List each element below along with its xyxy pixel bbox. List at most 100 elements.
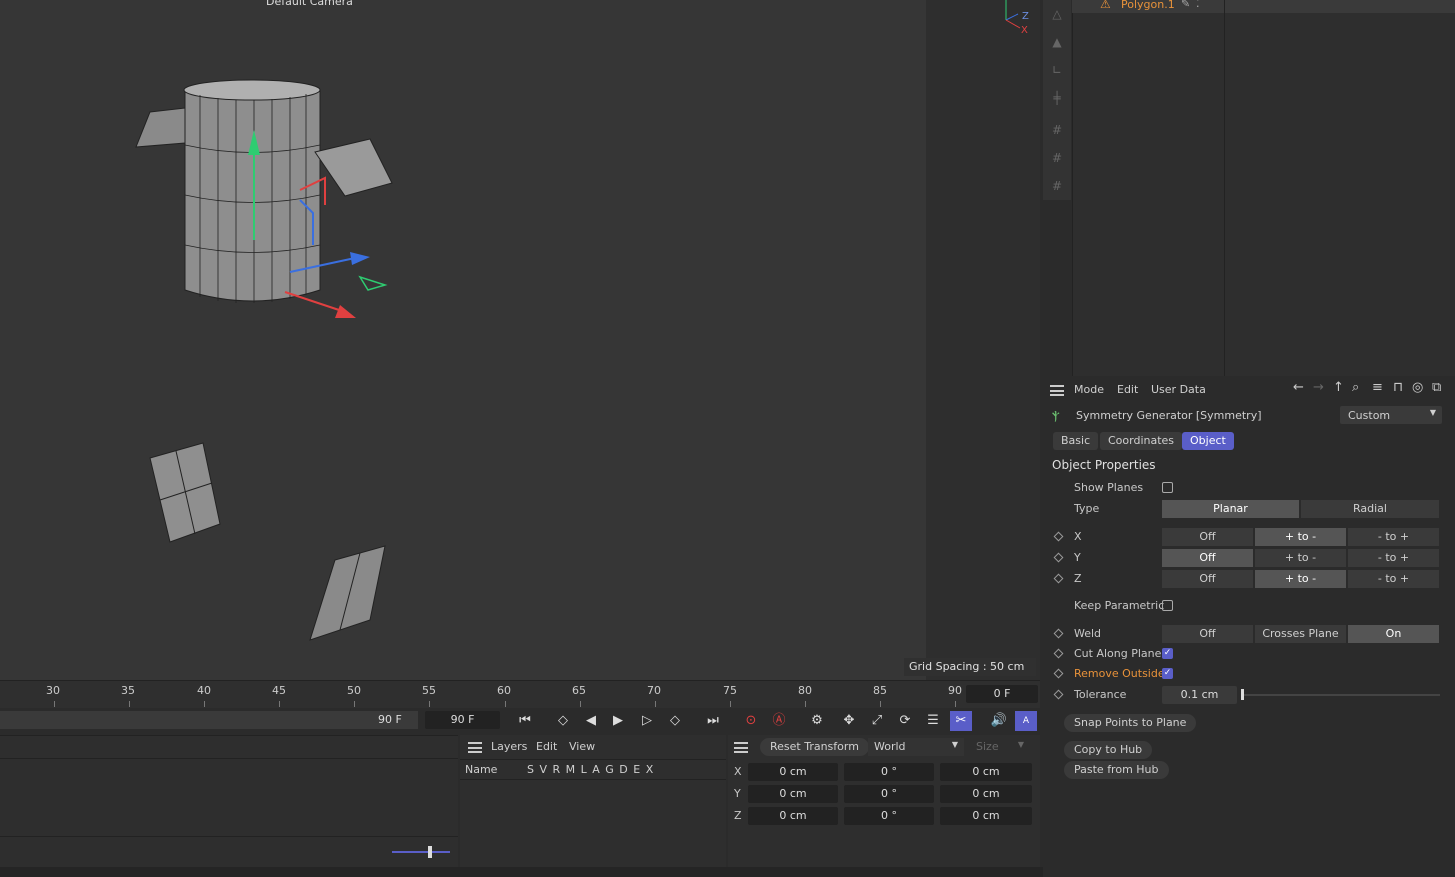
keyframe-diamond-icon[interactable]: [1053, 628, 1064, 639]
menu-icon[interactable]: [734, 742, 748, 753]
record-icon[interactable]: ⊙: [740, 711, 762, 731]
triangle-icon[interactable]: ▲: [1049, 34, 1065, 50]
menu-icon[interactable]: [1050, 385, 1064, 396]
name-column-header[interactable]: Name: [465, 763, 497, 776]
tolerance-slider-track[interactable]: [1243, 694, 1440, 696]
back-arrow-icon[interactable]: ←: [1293, 380, 1304, 395]
timeline-ruler[interactable]: 30 35 40 45 50 55 60 65 70 75 80 85 90 0…: [0, 680, 1040, 708]
tolerance-input[interactable]: 0.1 cm: [1162, 686, 1237, 704]
keyframe-settings-icon[interactable]: ⚙: [806, 711, 828, 731]
keyframe-diamond-icon[interactable]: [1053, 648, 1064, 659]
up-arrow-icon[interactable]: ↑: [1333, 380, 1344, 395]
tab-coordinates[interactable]: Coordinates: [1100, 432, 1183, 450]
zoom-slider-handle[interactable]: [428, 846, 432, 858]
edit-tag-icon[interactable]: ✎: [1181, 0, 1190, 10]
x-minus-to-plus[interactable]: - to +: [1348, 528, 1440, 546]
space-dropdown[interactable]: World ▼: [868, 738, 964, 756]
axis-icon[interactable]: ∟: [1049, 62, 1065, 78]
menu-layers[interactable]: Layers: [491, 740, 527, 753]
next-key-icon[interactable]: ◇: [664, 711, 686, 731]
end-frame-field[interactable]: 90 F: [425, 711, 500, 729]
size-y-field[interactable]: 0 cm: [940, 785, 1032, 803]
tab-object[interactable]: Object: [1182, 432, 1234, 450]
3d-viewport[interactable]: Default Camera: [0, 0, 926, 680]
snap-points-button[interactable]: Snap Points to Plane: [1064, 714, 1197, 732]
align-icon[interactable]: ╪: [1049, 90, 1065, 106]
remove-outside-checkbox[interactable]: ✓: [1162, 668, 1173, 679]
weld-crosses-plane[interactable]: Crosses Plane: [1255, 625, 1347, 643]
scale-key-icon[interactable]: ⤢: [866, 711, 888, 731]
go-to-start-icon[interactable]: ⏮: [514, 711, 536, 731]
z-plus-to-minus[interactable]: + to -: [1255, 570, 1347, 588]
menu-user-data[interactable]: User Data: [1151, 383, 1206, 396]
menu-view[interactable]: View: [569, 740, 595, 753]
move-key-icon[interactable]: ✥: [838, 711, 860, 731]
type-radial[interactable]: Radial: [1301, 500, 1440, 518]
keyframe-diamond-icon[interactable]: [1053, 573, 1064, 584]
filter-icon[interactable]: ≡: [1372, 380, 1383, 395]
rotate-key-icon[interactable]: ⟳: [894, 711, 916, 731]
rot-x-field[interactable]: 0 °: [844, 763, 934, 781]
z-minus-to-plus[interactable]: - to +: [1348, 570, 1440, 588]
object-name-polygon[interactable]: Polygon.1: [1121, 0, 1175, 11]
search-icon[interactable]: ⌕: [1352, 380, 1359, 395]
type-planar[interactable]: Planar: [1162, 500, 1300, 518]
pos-y-field[interactable]: 0 cm: [748, 785, 838, 803]
menu-icon[interactable]: [468, 742, 482, 753]
zoom-slider-track[interactable]: [392, 851, 450, 853]
tab-basic[interactable]: Basic: [1053, 432, 1099, 450]
size-x-field[interactable]: 0 cm: [940, 763, 1032, 781]
frame-range-bar[interactable]: [0, 711, 418, 729]
autokey-icon[interactable]: Ⓐ: [768, 711, 790, 731]
camera-label[interactable]: Default Camera: [266, 0, 353, 8]
copy-to-hub-button[interactable]: Copy to Hub: [1064, 741, 1153, 759]
snap-icon[interactable]: △: [1049, 6, 1065, 22]
grid-snap-icon[interactable]: #: [1049, 122, 1065, 138]
target-icon[interactable]: ◎: [1412, 380, 1423, 395]
current-frame-field[interactable]: 0 F: [966, 685, 1038, 703]
object-manager[interactable]: [1072, 0, 1455, 376]
audio-wave-icon[interactable]: A: [1015, 711, 1037, 731]
lock-icon[interactable]: ⊓: [1393, 380, 1403, 395]
pos-z-field[interactable]: 0 cm: [748, 807, 838, 825]
x-off[interactable]: Off: [1162, 528, 1254, 546]
size-z-field[interactable]: 0 cm: [940, 807, 1032, 825]
weld-off[interactable]: Off: [1162, 625, 1254, 643]
size-dropdown[interactable]: Size ▼: [970, 738, 1030, 756]
reset-transform-button[interactable]: Reset Transform: [760, 738, 869, 756]
visibility-dots-icon[interactable]: ⁚: [1196, 0, 1200, 10]
show-planes-checkbox[interactable]: [1162, 482, 1173, 493]
x-plus-to-minus[interactable]: + to -: [1255, 528, 1347, 546]
keyframe-diamond-icon[interactable]: [1053, 689, 1064, 700]
forward-arrow-icon[interactable]: →: [1313, 380, 1324, 395]
menu-edit[interactable]: Edit: [536, 740, 557, 753]
prev-key-icon[interactable]: ◇: [552, 711, 574, 731]
weld-on[interactable]: On: [1348, 625, 1440, 643]
pla-key-icon[interactable]: ✂: [950, 711, 972, 731]
y-plus-to-minus[interactable]: + to -: [1255, 549, 1347, 567]
new-window-icon[interactable]: ⧉: [1432, 380, 1441, 395]
sound-icon[interactable]: 🔊: [988, 711, 1010, 731]
workplane-icon[interactable]: #: [1049, 178, 1065, 194]
grid-icon[interactable]: #: [1049, 150, 1065, 166]
keyframe-diamond-icon[interactable]: [1053, 552, 1064, 563]
keyframe-diamond-icon[interactable]: [1053, 531, 1064, 542]
rot-y-field[interactable]: 0 °: [844, 785, 934, 803]
menu-mode[interactable]: Mode: [1074, 383, 1104, 396]
paste-from-hub-button[interactable]: Paste from Hub: [1064, 761, 1169, 779]
rot-z-field[interactable]: 0 °: [844, 807, 934, 825]
tolerance-slider-handle[interactable]: [1241, 689, 1244, 700]
play-icon[interactable]: ▶: [607, 711, 629, 731]
y-off[interactable]: Off: [1162, 549, 1254, 567]
param-key-icon[interactable]: ☰: [922, 711, 944, 731]
keep-parametric-checkbox[interactable]: [1162, 600, 1173, 611]
prev-frame-icon[interactable]: ◀: [580, 711, 602, 731]
go-to-end-icon[interactable]: ⏭: [702, 711, 724, 731]
keyframe-diamond-icon[interactable]: [1053, 668, 1064, 679]
cut-along-plane-checkbox[interactable]: ✓: [1162, 648, 1173, 659]
preset-dropdown[interactable]: Custom ▼: [1340, 406, 1442, 424]
z-off[interactable]: Off: [1162, 570, 1254, 588]
menu-edit[interactable]: Edit: [1117, 383, 1138, 396]
next-frame-icon[interactable]: ▷: [636, 711, 658, 731]
pos-x-field[interactable]: 0 cm: [748, 763, 838, 781]
